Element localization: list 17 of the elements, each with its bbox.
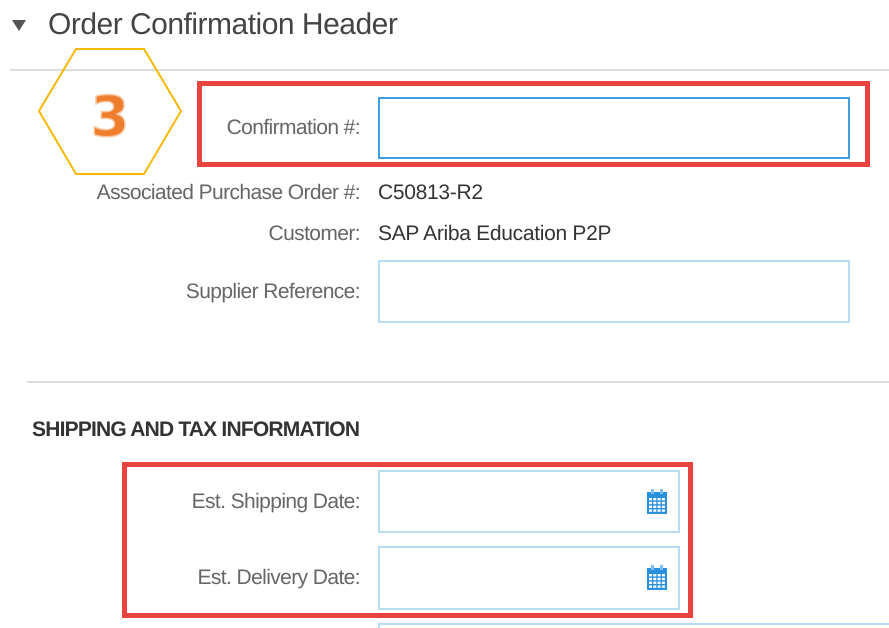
section-title: Order Confirmation Header	[48, 8, 398, 42]
calendar-icon[interactable]	[646, 488, 668, 514]
date-field[interactable]	[378, 470, 680, 533]
input-field[interactable]	[378, 97, 850, 159]
field-value: SAP Ariba Education P2P	[378, 222, 612, 246]
field-label: Est. Delivery Date:	[196, 566, 360, 590]
collapse-triangle-icon[interactable]	[12, 20, 26, 30]
section-heading: SHIPPING AND TAX INFORMATION	[32, 417, 360, 443]
field-label: Customer:	[268, 222, 360, 246]
field-value: C50813-R2	[378, 181, 484, 205]
field-label: Confirmation #:	[226, 116, 360, 140]
field-label: Est. Shipping Date:	[190, 490, 360, 514]
field-label: Associated Purchase Order #:	[96, 181, 360, 205]
calendar-icon[interactable]	[646, 565, 668, 591]
field-label: Supplier Reference:	[184, 280, 360, 304]
date-field[interactable]	[378, 546, 680, 610]
step-badge: 3	[38, 48, 182, 175]
